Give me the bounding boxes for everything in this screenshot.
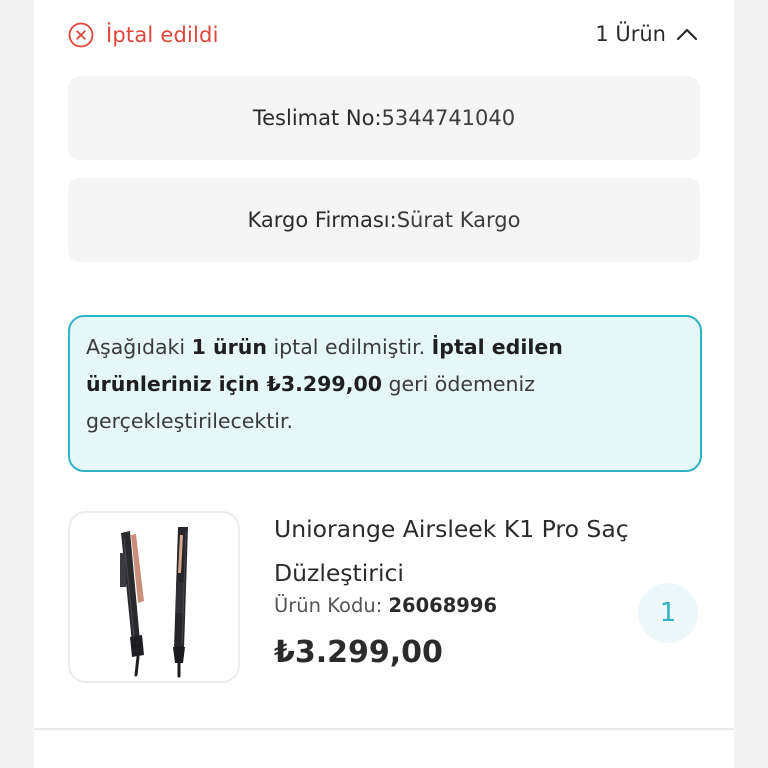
product-image[interactable]	[68, 511, 240, 683]
product-code-label: Ürün Kodu:	[274, 594, 389, 617]
product-price: ₺3.299,00	[274, 635, 443, 670]
cancellation-notice: Aşağıdaki 1 ürün iptal edilmiştir. İptal…	[68, 315, 702, 472]
notice-text-2: iptal edilmiştir.	[266, 335, 432, 359]
delivery-number: 5344741040	[381, 106, 516, 130]
hair-straightener-image	[120, 527, 188, 678]
product-name[interactable]: Uniorange Airsleek K1 Pro Saç Düzleştiri…	[274, 507, 644, 595]
cargo-company: Sürat Kargo	[396, 208, 521, 232]
delivery-label: Teslimat No:	[252, 106, 382, 130]
product-count-label: 1 Ürün	[595, 22, 666, 46]
next-section	[34, 730, 734, 768]
notice-text-1: Aşağıdaki	[86, 335, 192, 359]
cargo-company-box: Kargo Firması: Sürat Kargo	[68, 178, 700, 262]
delivery-number-box: Teslimat No: 5344741040	[68, 76, 700, 160]
status-label: İptal edildi	[106, 23, 219, 47]
order-status: İptal edildi	[68, 22, 219, 48]
order-card: İptal edildi 1 Ürün Teslimat No: 53447410…	[34, 0, 734, 728]
quantity-badge: 1	[638, 583, 698, 643]
cargo-label: Kargo Firması:	[247, 208, 397, 232]
product-code-value: 26068996	[388, 594, 498, 617]
product-count-toggle[interactable]: 1 Ürün	[595, 22, 698, 46]
chevron-up-icon	[676, 28, 698, 41]
product-code: Ürün Kodu: 26068996	[274, 594, 497, 617]
notice-bold-count: 1 ürün	[191, 335, 267, 359]
cancel-circle-icon	[68, 22, 94, 48]
